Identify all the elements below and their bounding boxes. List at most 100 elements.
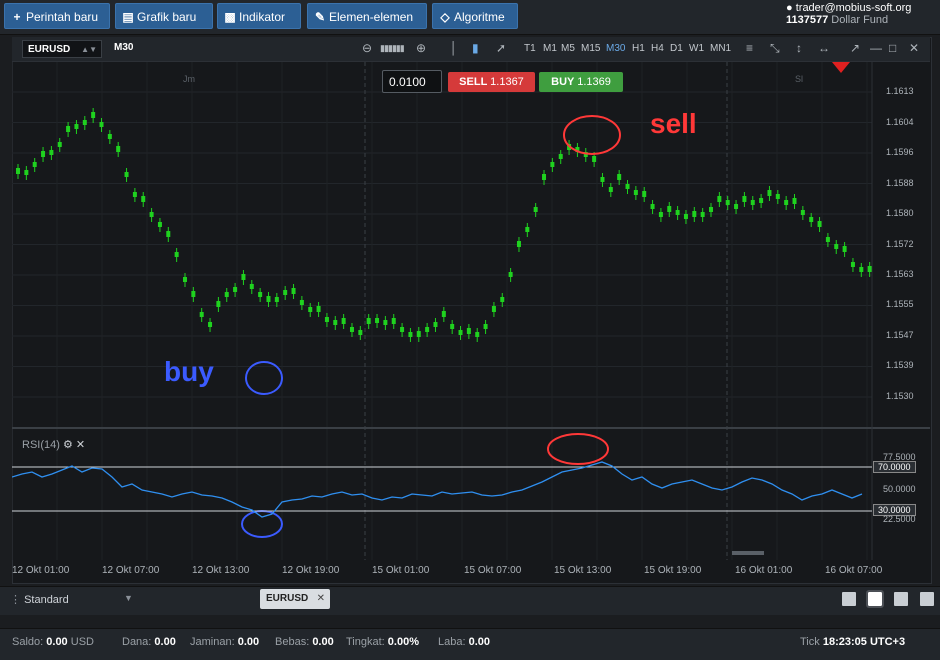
candle-body (466, 328, 471, 334)
account-info[interactable]: ● trader@mobius-soft.org 1137577 Dollar … (786, 2, 934, 26)
profit-value: 0.00 (468, 636, 491, 648)
price-tick: 1.1588 (886, 178, 914, 188)
candle-body (500, 297, 505, 302)
candle-body (182, 277, 187, 282)
tab-label: EURUSD (266, 593, 309, 604)
level-label: Tingkat: (346, 636, 385, 648)
tf-w1[interactable]: W1 (689, 43, 704, 54)
bar-type-icon[interactable]: │ (450, 41, 458, 55)
indicator-list-icon[interactable]: ≡ (746, 41, 753, 55)
price-tick: 1.1539 (886, 360, 914, 370)
price-tick: 1.1613 (886, 86, 914, 96)
candle-body (433, 322, 438, 327)
tf-d1[interactable]: D1 (670, 43, 683, 54)
time-tick: 16 Okt 07:00 (825, 565, 883, 576)
candle-type-icon[interactable]: ▮ (472, 41, 479, 55)
profit-label: Laba: (438, 636, 466, 648)
candle-body (324, 317, 329, 322)
buy-button[interactable]: BUY 1.1369 (539, 72, 623, 92)
close-tab-icon[interactable]: ✕ (317, 589, 325, 609)
zoom-slider-icon[interactable]: ▮▮▮▮▮▮ (380, 43, 405, 54)
candle-body (625, 184, 630, 189)
tf-h1[interactable]: H1 (632, 43, 645, 54)
tf-m1[interactable]: M1 (543, 43, 557, 54)
candle-body (258, 292, 263, 297)
new-order-label: Perintah baru (26, 10, 99, 24)
tf-mn1[interactable]: MN1 (710, 43, 731, 54)
layout-columns-icon[interactable] (894, 592, 908, 606)
algorithm-button[interactable]: ◇ Algoritme (432, 3, 518, 29)
indicator-button[interactable]: ▩ Indikator (217, 3, 301, 29)
price-chart[interactable] (12, 62, 930, 560)
price-tick: 1.1572 (886, 239, 914, 249)
line-type-icon[interactable]: ➚ (496, 41, 506, 55)
server-time: Tick 18:23:05 UTC+3 (800, 636, 905, 648)
workspace-name: Standard (24, 594, 69, 606)
popout-icon[interactable]: ↗ (850, 41, 860, 55)
maximize-icon[interactable]: □ (889, 41, 896, 55)
candle-body (291, 288, 296, 294)
candle-body (400, 327, 405, 332)
candle-body (32, 162, 37, 167)
candle-body (809, 217, 814, 222)
candle-body (817, 221, 822, 227)
sell-button[interactable]: SELL 1.1367 (448, 72, 535, 92)
rsi-tick: 22.5000 (883, 514, 916, 524)
candle-body (558, 154, 563, 159)
candle-body (308, 307, 313, 312)
candle-body (525, 227, 530, 232)
price-tick: 1.1547 (886, 330, 914, 340)
pen-icon: ✎ (314, 10, 326, 24)
candle-body (157, 222, 162, 227)
profit: Laba: 0.00 (438, 636, 490, 648)
symbol-select[interactable]: EURUSD ▲▼ (22, 40, 102, 58)
candle-body (366, 318, 371, 324)
vertical-scale-icon[interactable]: ↕ (796, 41, 802, 55)
tf-t1[interactable]: T1 (524, 43, 536, 54)
horizontal-scrollbar (732, 551, 764, 555)
tab-eurusd[interactable]: EURUSD ✕ (260, 589, 330, 609)
candle-body (416, 331, 421, 337)
volume-input[interactable]: 0.0100 (382, 70, 442, 93)
layout-grid-icon[interactable] (866, 590, 884, 608)
workspace-select[interactable]: ⋮ Standard (10, 593, 69, 606)
zoom-in-icon[interactable]: ⊕ (416, 41, 426, 55)
chart-header (12, 37, 930, 62)
margin-label: Jaminan: (190, 636, 235, 648)
elements-button[interactable]: ✎ Elemen-elemen (307, 3, 427, 29)
tf-m5[interactable]: M5 (561, 43, 575, 54)
chevron-down-icon[interactable]: ▼ (124, 593, 133, 603)
rsi-sell-circle (547, 433, 609, 465)
new-chart-label: Grafik baru (137, 10, 197, 24)
close-icon[interactable]: ✕ (76, 439, 85, 451)
gear-icon[interactable]: ⚙ (63, 439, 73, 451)
candle-body (608, 187, 613, 192)
candle-body (132, 192, 137, 197)
zoom-out-icon[interactable]: ⊖ (362, 41, 372, 55)
horizontal-scale-icon[interactable]: ↔ (818, 41, 830, 55)
layout-rows-icon[interactable] (920, 592, 934, 606)
candle-body (550, 162, 555, 167)
candle-body (533, 207, 538, 212)
balance-label: Saldo: (12, 636, 44, 648)
layout-single-icon[interactable] (842, 592, 856, 606)
tf-m30[interactable]: M30 (606, 43, 625, 54)
candle-body (57, 142, 62, 147)
new-chart-button[interactable]: ▤ Grafik baru (115, 3, 213, 29)
close-window-icon[interactable]: ✕ (909, 41, 919, 55)
balance-currency: USD (70, 636, 94, 648)
tick-label: Tick (800, 636, 820, 648)
tf-m15[interactable]: M15 (581, 43, 600, 54)
autoscale-icon[interactable]: ⤡ (770, 41, 780, 56)
new-order-button[interactable]: + Perintah baru (4, 3, 110, 29)
candle-body (74, 124, 79, 129)
candle-body (658, 212, 663, 217)
candle-body (124, 172, 129, 177)
candle-body (41, 151, 46, 157)
candle-body (491, 306, 496, 312)
timezone-value[interactable]: UTC+3 (870, 636, 905, 648)
minimize-icon[interactable]: — (870, 41, 882, 55)
candle-body (542, 174, 547, 180)
margin-value: 0.00 (237, 636, 260, 648)
tf-h4[interactable]: H4 (651, 43, 664, 54)
